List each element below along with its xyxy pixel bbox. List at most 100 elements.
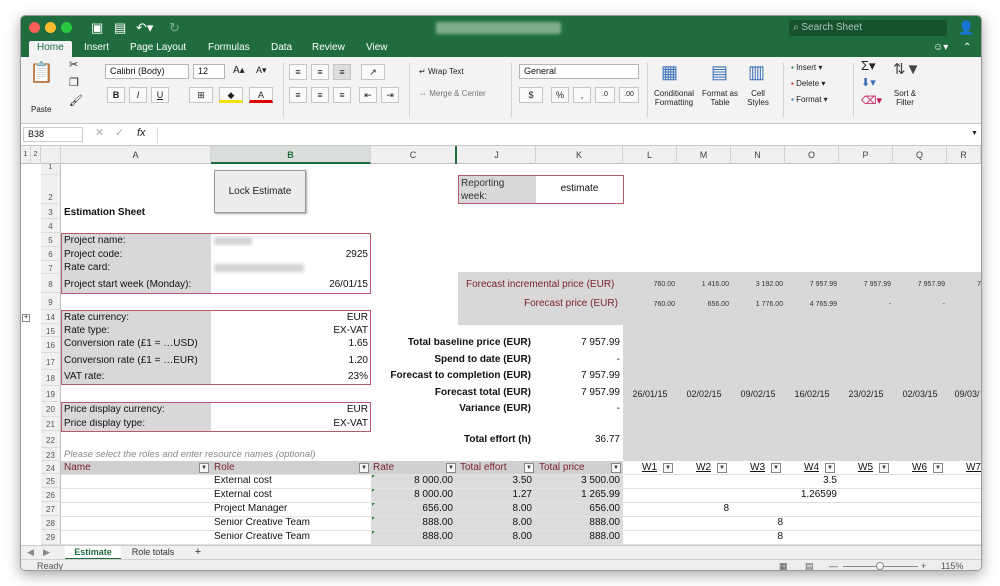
normal-view-icon[interactable]: ▦ [779, 560, 788, 570]
display-type-value[interactable]: EX-VAT [311, 419, 368, 429]
week-value[interactable]: 8 [677, 504, 729, 514]
row-header[interactable]: 25 [41, 474, 61, 488]
reporting-week-value[interactable]: estimate [536, 184, 623, 194]
column-header-l[interactable]: L [623, 146, 677, 164]
column-header-c[interactable]: C [371, 146, 457, 164]
column-header-q[interactable]: Q [893, 146, 947, 164]
increase-font-icon[interactable]: A▴ [233, 66, 245, 76]
row-header[interactable]: 2 [41, 175, 61, 204]
cell-styles-icon[interactable]: ▥ [748, 62, 765, 82]
table-cell-role[interactable]: External cost [214, 476, 364, 486]
row-header[interactable]: 8 [41, 274, 61, 293]
column-header-a[interactable]: A [61, 146, 211, 164]
week-value[interactable]: 8 [731, 518, 783, 528]
font-name-select[interactable]: Calibri (Body) [105, 64, 189, 79]
autosum-icon[interactable]: Σ▾ [861, 59, 876, 72]
row-header[interactable]: 23 [41, 448, 61, 461]
zoom-slider-thumb[interactable] [876, 562, 884, 570]
decrease-indent-button[interactable]: ⇤ [359, 87, 377, 103]
row-header[interactable]: 7 [41, 261, 61, 274]
tab-view[interactable]: View [366, 42, 388, 53]
outline-level-2-button[interactable]: 2 [31, 146, 41, 164]
decrease-font-icon[interactable]: A▾ [256, 66, 267, 75]
sheet-tab-role-totals[interactable]: Role totals [125, 546, 181, 560]
clear-icon[interactable]: ⌫▾ [861, 96, 882, 107]
next-sheet-icon[interactable]: ▶ [43, 546, 50, 560]
add-user-icon[interactable]: 👤 [958, 20, 974, 36]
align-right-button[interactable]: ≡ [333, 87, 351, 103]
row-header[interactable]: 15 [41, 324, 61, 337]
percent-button[interactable]: % [551, 87, 569, 103]
filter-dropdown-week[interactable]: ▼ [933, 463, 943, 473]
column-header-n[interactable]: N [731, 146, 785, 164]
function-wizard-button[interactable]: fx [137, 128, 146, 139]
row-header[interactable]: 26 [41, 488, 61, 502]
table-cell-role[interactable]: Senior Creative Team [214, 532, 364, 542]
filter-dropdown-week[interactable]: ▼ [771, 463, 781, 473]
project-start-value[interactable]: 26/01/15 [311, 280, 368, 290]
row-header[interactable]: 27 [41, 502, 61, 516]
formula-input[interactable] [157, 127, 967, 143]
rate-currency-value[interactable]: EUR [311, 313, 368, 323]
filter-dropdown-total-effort[interactable]: ▼ [524, 463, 534, 473]
expand-formula-icon[interactable]: ▼ [971, 129, 978, 138]
row-header[interactable]: 24 [41, 461, 61, 474]
format-cells-button[interactable]: ▪ Format ▾ [791, 95, 828, 104]
column-header-o[interactable]: O [785, 146, 839, 164]
sheet-tab-estimate[interactable]: Estimate [65, 546, 121, 560]
table-cell-role[interactable]: Project Manager [214, 504, 364, 514]
filter-dropdown-name[interactable]: ▼ [199, 463, 209, 473]
row-header[interactable]: 20 [41, 402, 61, 417]
outline-level-1-button[interactable]: 1 [21, 146, 31, 164]
copy-icon[interactable]: ❐ [69, 78, 79, 89]
row-header[interactable]: 17 [41, 353, 61, 370]
worksheet-grid[interactable]: 1 2 3 4 5 6 7 8 9 14 15 16 17 18 19 20 2… [21, 164, 981, 545]
smiley-feedback-icon[interactable]: ☺▾ [933, 42, 948, 53]
conversion-usd-value[interactable]: 1.65 [311, 339, 368, 349]
tab-data[interactable]: Data [271, 42, 292, 53]
orientation-button[interactable]: ↗ [361, 64, 385, 80]
row-header[interactable]: 3 [41, 204, 61, 219]
week-value[interactable]: 8 [731, 532, 783, 542]
paste-icon[interactable]: 📋 [29, 63, 54, 83]
tab-insert[interactable]: Insert [84, 42, 109, 53]
sort-filter-button[interactable]: Sort & Filter [887, 89, 923, 107]
cut-icon[interactable]: ✂ [69, 60, 78, 71]
table-cell-role[interactable]: Senior Creative Team [214, 518, 364, 528]
rate-type-value[interactable]: EX-VAT [311, 326, 368, 336]
underline-button[interactable]: U [151, 87, 169, 103]
week-value[interactable]: 1.26599 [785, 490, 837, 500]
font-size-select[interactable]: 12 [193, 64, 225, 79]
format-as-table-button[interactable]: Format as Table [701, 89, 739, 107]
align-bottom-button[interactable]: ≡ [333, 64, 351, 80]
decrease-decimal-button[interactable]: .00 [619, 87, 639, 103]
tab-formulas[interactable]: Formulas [208, 42, 250, 53]
bold-button[interactable]: B [107, 87, 125, 103]
italic-button[interactable]: I [129, 87, 147, 103]
save-icon[interactable]: ▤ [114, 20, 126, 36]
zoom-in-icon[interactable]: + [921, 560, 926, 570]
zoom-out-icon[interactable]: — [829, 560, 838, 570]
currency-button[interactable]: $ [519, 87, 543, 103]
paste-button[interactable]: Paste [31, 105, 51, 114]
column-header-j[interactable]: J [458, 146, 536, 164]
row-header[interactable]: 9 [41, 293, 61, 310]
column-header-k[interactable]: K [536, 146, 623, 164]
close-window-button[interactable] [29, 22, 40, 33]
row-header[interactable]: 19 [41, 386, 61, 402]
tab-review[interactable]: Review [312, 42, 345, 53]
row-header[interactable]: 21 [41, 417, 61, 431]
delete-cells-button[interactable]: ▪ Delete ▾ [791, 79, 825, 88]
filter-dropdown-week[interactable]: ▼ [663, 463, 673, 473]
conversion-eur-value[interactable]: 1.20 [311, 356, 368, 366]
prev-sheet-icon[interactable]: ◀ [27, 546, 34, 560]
align-center-button[interactable]: ≡ [311, 87, 329, 103]
comma-button[interactable]: , [573, 87, 591, 103]
vat-rate-value[interactable]: 23% [311, 372, 368, 382]
cancel-formula-icon[interactable]: ✕ [95, 128, 104, 139]
align-top-button[interactable]: ≡ [289, 64, 307, 80]
select-all-corner[interactable] [41, 146, 61, 164]
format-as-table-icon[interactable]: ▤ [711, 62, 728, 82]
minimize-window-button[interactable] [45, 22, 56, 33]
conditional-formatting-button[interactable]: Conditional Formatting [651, 89, 697, 107]
